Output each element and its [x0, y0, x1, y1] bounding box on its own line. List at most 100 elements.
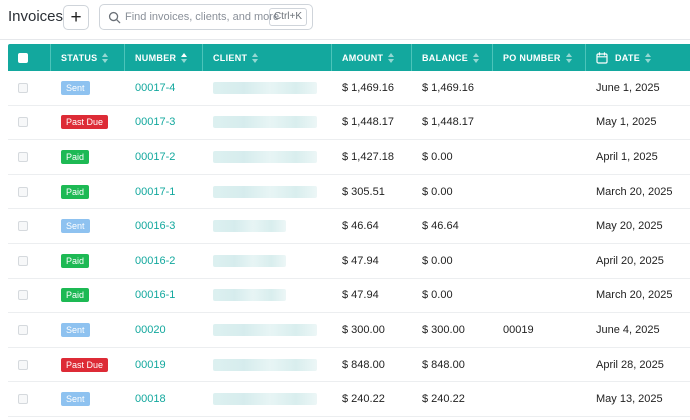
invoice-number-link[interactable]: 00017-2: [135, 151, 175, 163]
column-amount[interactable]: AMOUNT: [332, 44, 412, 71]
status-badge: Past Due: [61, 115, 109, 130]
balance-cell: $ 848.00: [422, 358, 465, 371]
row-select-cell: [8, 290, 51, 301]
number-cell: 00020: [125, 324, 203, 336]
column-client[interactable]: CLIENT: [203, 44, 332, 71]
client-name-redacted: [213, 254, 286, 267]
date-cell: April 20, 2025: [596, 254, 664, 267]
invoice-number-link[interactable]: 00016-3: [135, 220, 175, 232]
invoice-number-link[interactable]: 00017-4: [135, 82, 175, 94]
status-badge: Paid: [61, 288, 90, 303]
date-cell: April 28, 2025: [596, 358, 664, 371]
client-cell: [203, 358, 332, 371]
column-date[interactable]: DATE: [586, 44, 690, 71]
search-placeholder: Find invoices, clients, and more: [125, 11, 280, 23]
invoice-number-link[interactable]: 00017-1: [135, 186, 175, 198]
balance-cell: $ 1,469.16: [422, 81, 474, 94]
table-row[interactable]: Paid 00017-2 $ 1,427.18 $ 0.00 April 1, 2025: [8, 140, 690, 175]
client-cell: [203, 393, 332, 406]
row-select-cell: [8, 255, 51, 266]
status-badge: Sent: [61, 80, 90, 95]
select-all-checkbox[interactable]: [18, 52, 28, 63]
sort-icon: [102, 52, 109, 63]
table-row[interactable]: Paid 00017-1 $ 305.51 $ 0.00 March 20, 2025: [8, 175, 690, 210]
row-checkbox[interactable]: [18, 82, 28, 93]
table-row[interactable]: Sent 00016-3 $ 46.64 $ 46.64 May 20, 2025: [8, 209, 690, 244]
search-input[interactable]: Find invoices, clients, and more Ctrl+K: [99, 4, 313, 30]
number-cell: 00016-2: [125, 255, 203, 267]
column-po-number[interactable]: PO NUMBER: [493, 44, 586, 71]
column-number-label: NUMBER: [135, 52, 177, 63]
row-checkbox[interactable]: [18, 186, 28, 197]
number-cell: 00017-4: [125, 82, 203, 94]
balance-cell: $ 0.00: [422, 254, 453, 267]
invoice-number-link[interactable]: 00018: [135, 393, 166, 405]
row-checkbox[interactable]: [18, 359, 28, 370]
sort-icon: [645, 52, 652, 63]
amount-cell: $ 1,427.18: [342, 150, 394, 163]
date-cell: March 20, 2025: [596, 289, 673, 302]
table-row[interactable]: Paid 00016-2 $ 47.94 $ 0.00 April 20, 2025: [8, 244, 690, 279]
status-cell: Paid: [51, 149, 125, 164]
balance-cell: $ 0.00: [422, 185, 453, 198]
amount-cell: $ 47.94: [342, 289, 379, 302]
row-checkbox[interactable]: [18, 290, 28, 301]
row-checkbox[interactable]: [18, 151, 28, 162]
row-checkbox[interactable]: [18, 221, 28, 232]
po-number-cell: 00019: [503, 323, 534, 336]
client-cell: [203, 323, 332, 336]
date-cell: May 20, 2025: [596, 220, 663, 233]
column-balance[interactable]: BALANCE: [412, 44, 493, 71]
status-cell: Past Due: [51, 115, 125, 130]
invoice-number-link[interactable]: 00020: [135, 324, 166, 336]
row-select-cell: [8, 151, 51, 162]
sort-icon: [388, 52, 395, 63]
table-row[interactable]: Sent 00017-4 $ 1,469.16 $ 1,469.16 June 1, 2…: [8, 71, 690, 106]
client-cell: [203, 289, 332, 302]
number-cell: 00016-3: [125, 220, 203, 232]
row-checkbox[interactable]: [18, 324, 28, 335]
balance-cell: $ 46.64: [422, 220, 459, 233]
table-row[interactable]: Past Due 00019 $ 848.00 $ 848.00 April 28, 2…: [8, 348, 690, 383]
column-status[interactable]: STATUS: [51, 44, 125, 71]
status-cell: Paid: [51, 288, 125, 303]
client-cell: [203, 185, 332, 198]
invoice-number-link[interactable]: 00016-2: [135, 255, 175, 267]
row-checkbox[interactable]: [18, 255, 28, 266]
status-cell: Paid: [51, 184, 125, 199]
row-checkbox[interactable]: [18, 394, 28, 405]
balance-cell: $ 1,448.17: [422, 116, 474, 129]
row-select-cell: [8, 394, 51, 405]
row-checkbox[interactable]: [18, 117, 28, 128]
amount-cell: $ 240.22: [342, 393, 385, 406]
client-name-redacted: [213, 323, 317, 336]
client-cell: [203, 150, 332, 163]
table-row[interactable]: Paid 00016-1 $ 47.94 $ 0.00 March 20, 2025: [8, 279, 690, 314]
status-badge: Sent: [61, 219, 90, 234]
amount-cell: $ 47.94: [342, 254, 379, 267]
table-row[interactable]: Sent 00018 $ 240.22 $ 240.22 May 13, 2025: [8, 382, 690, 417]
amount-cell: $ 300.00: [342, 323, 385, 336]
search-shortcut-badge: Ctrl+K: [268, 8, 307, 26]
column-number[interactable]: NUMBER: [125, 44, 203, 71]
table-row[interactable]: Past Due 00017-3 $ 1,448.17 $ 1,448.17 May 1…: [8, 106, 690, 141]
invoice-number-link[interactable]: 00016-1: [135, 289, 175, 301]
table-row[interactable]: Sent 00020 $ 300.00 $ 300.00 00019 June 4, 20…: [8, 313, 690, 348]
add-invoice-button[interactable]: +: [63, 5, 89, 30]
client-cell: [203, 116, 332, 129]
amount-cell: $ 1,448.17: [342, 116, 394, 129]
sort-icon: [252, 52, 259, 63]
column-client-label: CLIENT: [213, 52, 248, 63]
calendar-icon: [596, 51, 608, 64]
page-title: Invoices: [8, 8, 64, 25]
amount-cell: $ 46.64: [342, 220, 379, 233]
client-cell: [203, 254, 332, 267]
invoice-number-link[interactable]: 00019: [135, 359, 166, 371]
invoice-number-link[interactable]: 00017-3: [135, 116, 175, 128]
number-cell: 00019: [125, 359, 203, 371]
row-select-cell: [8, 186, 51, 197]
client-name-redacted: [213, 150, 317, 163]
number-cell: 00017-1: [125, 186, 203, 198]
column-balance-label: BALANCE: [422, 52, 469, 63]
date-cell: June 4, 2025: [596, 323, 660, 336]
